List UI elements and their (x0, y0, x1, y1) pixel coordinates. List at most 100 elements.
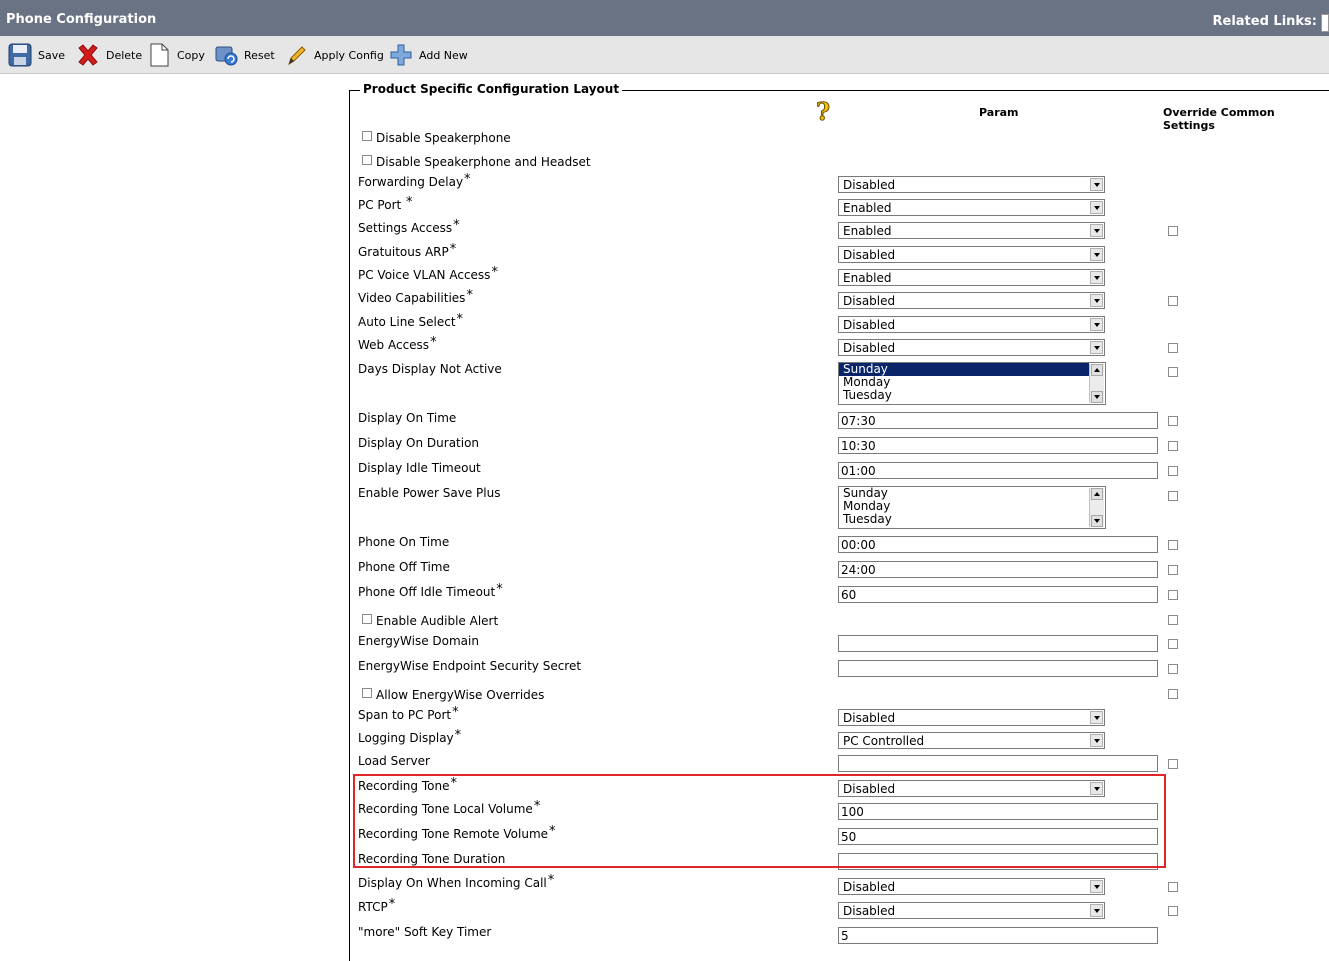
chevron-down-icon (1090, 294, 1103, 307)
load-server-override-checkbox[interactable] (1168, 759, 1178, 769)
display-on-time-input[interactable]: 07:30 (838, 412, 1158, 429)
logging-display-select[interactable]: PC Controlled (838, 732, 1105, 749)
add-new-button[interactable]: Add New (389, 42, 468, 68)
scrollbar[interactable] (1089, 364, 1104, 403)
copy-label: Copy (177, 48, 205, 62)
web-access-select[interactable]: Disabled (838, 339, 1105, 356)
chevron-down-icon (1090, 341, 1103, 354)
energywise-secret-override-checkbox[interactable] (1168, 664, 1178, 674)
disable-speakerphone-label: Disable Speakerphone (376, 131, 511, 145)
days-display-not-active-list[interactable]: Sunday Monday Tuesday (838, 362, 1106, 405)
related-links-select[interactable] (1321, 14, 1329, 32)
enable-audible-alert-checkbox[interactable] (362, 614, 372, 624)
rtcp-override-checkbox[interactable] (1168, 906, 1178, 916)
pc-voice-vlan-label: PC Voice VLAN Access* (358, 265, 498, 282)
phone-off-idle-timeout-override-checkbox[interactable] (1168, 590, 1178, 600)
disable-speakerphone-headset-row: Disable Speakerphone and Headset (362, 155, 591, 169)
display-on-time-override-checkbox[interactable] (1168, 416, 1178, 426)
page-title: Phone Configuration (6, 12, 157, 27)
more-soft-key-timer-input[interactable]: 5 (838, 927, 1158, 944)
energywise-domain-label: EnergyWise Domain (358, 634, 479, 648)
scroll-down-icon (1091, 515, 1103, 527)
display-on-incoming-call-label: Display On When Incoming Call* (358, 873, 555, 890)
display-on-incoming-call-override-checkbox[interactable] (1168, 882, 1178, 892)
settings-access-override-checkbox[interactable] (1168, 226, 1178, 236)
list-option[interactable]: Tuesday (839, 513, 1089, 526)
allow-energywise-overrides-row: Allow EnergyWise Overrides (362, 688, 544, 702)
allow-energywise-overrides-override-checkbox[interactable] (1168, 689, 1178, 699)
help-glyph: ? (816, 98, 830, 124)
rtcp-label: RTCP* (358, 897, 396, 914)
pc-port-select[interactable]: Enabled (838, 199, 1105, 216)
chevron-down-icon (1090, 248, 1103, 261)
gratuitous-arp-select[interactable]: Disabled (838, 246, 1105, 263)
chevron-down-icon (1090, 201, 1103, 214)
display-on-duration-label: Display On Duration (358, 436, 480, 450)
display-idle-timeout-input[interactable]: 01:00 (838, 462, 1158, 479)
save-label: Save (38, 48, 66, 62)
allow-energywise-overrides-checkbox[interactable] (362, 688, 372, 698)
pc-voice-vlan-select[interactable]: Enabled (838, 269, 1105, 286)
reset-button[interactable]: Reset (214, 42, 275, 68)
span-to-pc-port-select[interactable]: Disabled (838, 709, 1105, 726)
load-server-input[interactable] (838, 755, 1158, 772)
copy-icon (150, 43, 169, 67)
display-on-incoming-call-select[interactable]: Disabled (838, 878, 1105, 895)
rtcp-select[interactable]: Disabled (838, 902, 1105, 919)
auto-line-select-select[interactable]: Disabled (838, 316, 1105, 333)
scroll-up-icon (1091, 364, 1103, 376)
enable-audible-alert-override-checkbox[interactable] (1168, 615, 1178, 625)
phone-off-time-override-checkbox[interactable] (1168, 565, 1178, 575)
delete-button[interactable]: Delete (76, 42, 142, 68)
delete-label: Delete (106, 48, 143, 62)
phone-off-time-label: Phone Off Time (358, 560, 450, 574)
energywise-secret-input[interactable] (838, 660, 1158, 677)
recording-tone-highlight-box (353, 774, 1166, 868)
forwarding-delay-select[interactable]: Disabled (838, 176, 1105, 193)
web-access-override-checkbox[interactable] (1168, 343, 1178, 353)
allow-energywise-overrides-label: Allow EnergyWise Overrides (376, 688, 545, 702)
video-capabilities-select[interactable]: Disabled (838, 292, 1105, 309)
apply-config-label: Apply Config (314, 48, 384, 62)
phone-off-idle-timeout-input[interactable]: 60 (838, 586, 1158, 603)
apply-config-button[interactable]: Apply Config (286, 42, 384, 68)
display-on-time-label: Display On Time (358, 411, 457, 425)
energywise-domain-override-checkbox[interactable] (1168, 639, 1178, 649)
phone-off-time-input[interactable]: 24:00 (838, 561, 1158, 578)
save-icon (8, 43, 32, 67)
phone-on-time-input[interactable]: 00:00 (838, 536, 1158, 553)
phone-on-time-label: Phone On Time (358, 535, 450, 549)
add-new-label: Add New (419, 48, 468, 62)
display-on-duration-input[interactable]: 10:30 (838, 437, 1158, 454)
scroll-up-icon (1091, 488, 1103, 500)
help-icon[interactable]: ? (813, 98, 833, 124)
reset-icon (215, 46, 238, 66)
more-soft-key-timer-label: "more" Soft Key Timer (358, 925, 492, 939)
enable-power-save-plus-list[interactable]: Sunday Monday Tuesday (838, 486, 1106, 529)
disable-speakerphone-row: Disable Speakerphone (362, 131, 511, 145)
section-title: Product Specific Configuration Layout (360, 82, 623, 96)
scrollbar[interactable] (1089, 488, 1104, 527)
display-idle-timeout-override-checkbox[interactable] (1168, 466, 1178, 476)
chevron-down-icon (1090, 271, 1103, 284)
copy-button[interactable]: Copy (149, 42, 205, 68)
phone-on-time-override-checkbox[interactable] (1168, 540, 1178, 550)
energywise-secret-label: EnergyWise Endpoint Security Secret (358, 659, 582, 673)
disable-speakerphone-headset-checkbox[interactable] (362, 155, 372, 165)
energywise-domain-input[interactable] (838, 635, 1158, 652)
save-button[interactable]: Save (8, 42, 65, 68)
auto-line-select-label: Auto Line Select* (358, 312, 464, 329)
list-option[interactable]: Tuesday (839, 389, 1089, 402)
related-links-label: Related Links: (1212, 14, 1318, 29)
days-display-not-active-label: Days Display Not Active (358, 362, 502, 376)
disable-speakerphone-checkbox[interactable] (362, 131, 372, 141)
reset-label: Reset (244, 48, 275, 62)
enable-power-save-plus-override-checkbox[interactable] (1168, 491, 1178, 501)
settings-access-select[interactable]: Enabled (838, 222, 1105, 239)
delete-icon (78, 44, 98, 66)
load-server-label: Load Server (358, 754, 430, 768)
days-display-not-active-override-checkbox[interactable] (1168, 367, 1178, 377)
display-on-duration-override-checkbox[interactable] (1168, 441, 1178, 451)
video-capabilities-override-checkbox[interactable] (1168, 296, 1178, 306)
title-bar: Phone Configuration Related Links: (0, 0, 1329, 36)
